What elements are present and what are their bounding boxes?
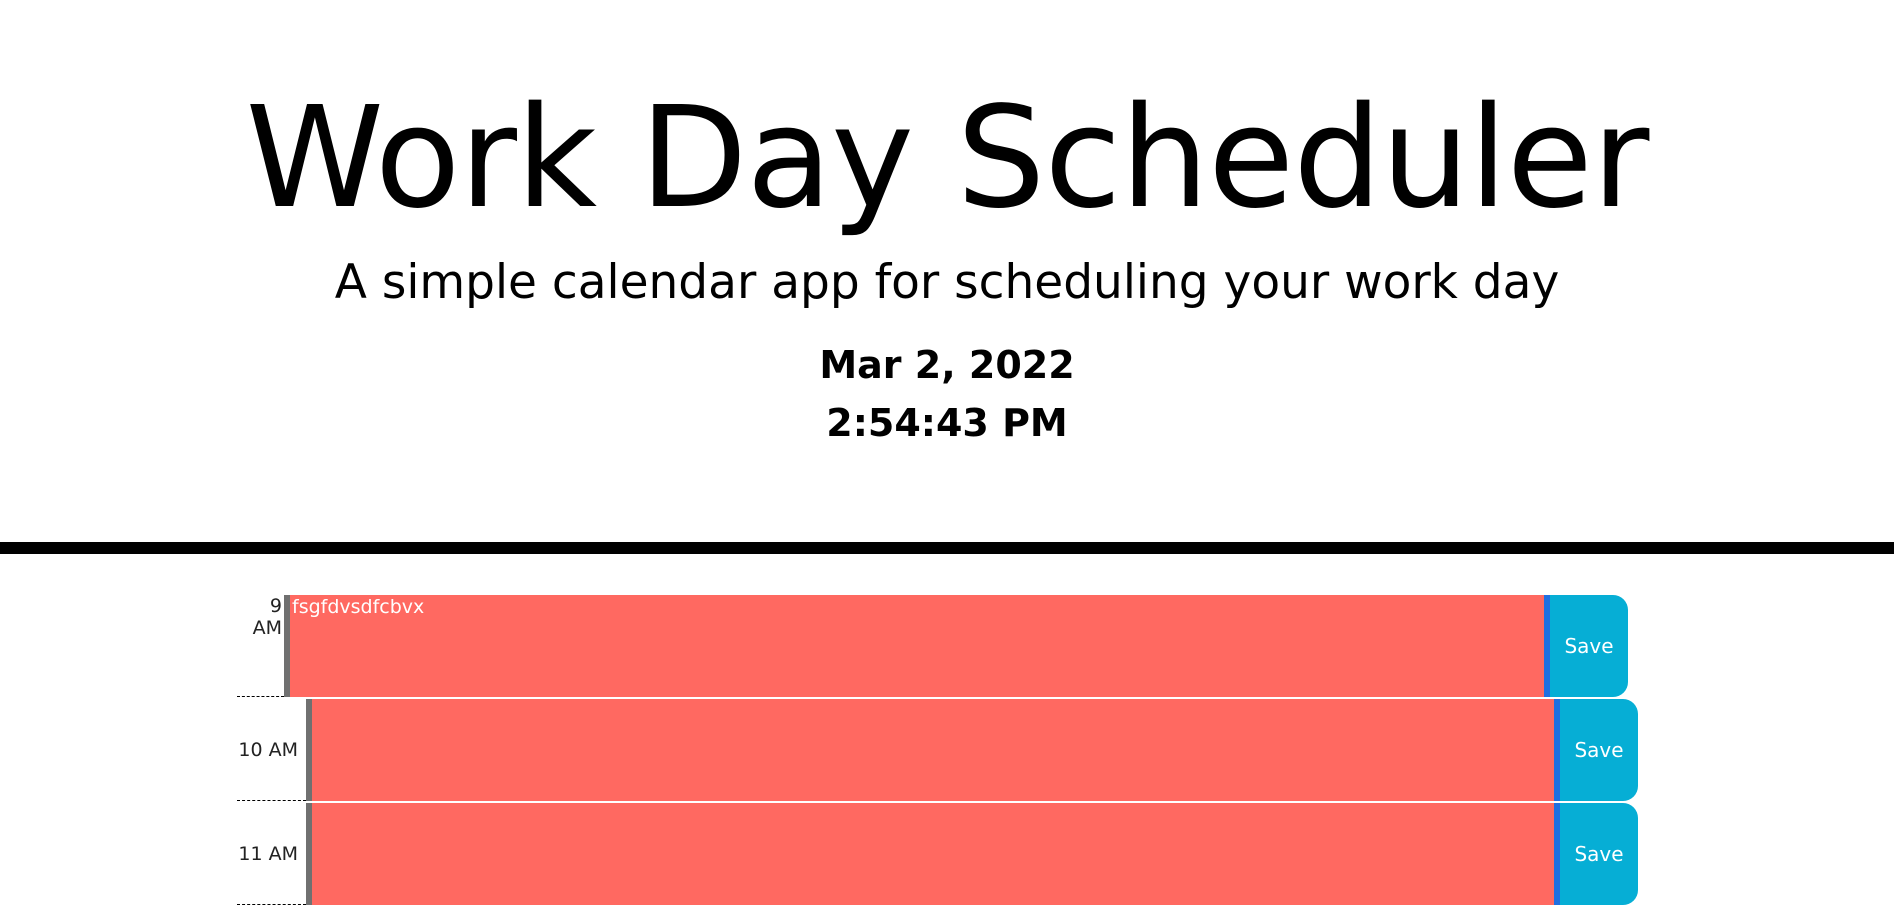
app-title: Work Day Scheduler [245,77,1650,240]
time-block-10am: 10 AM Save [237,699,1638,801]
time-block-9am: 9 AM Save [237,595,1628,697]
time-block-11am: 11 AM Save [237,803,1638,905]
hour-label: 11 AM [237,803,306,905]
event-text-input[interactable] [284,595,1550,697]
hour-label: 9 AM [237,595,284,697]
event-text-input[interactable] [306,803,1560,905]
save-button[interactable]: Save [1560,699,1638,801]
app-subtitle: A simple calendar app for scheduling you… [334,255,1560,310]
save-button[interactable]: Save [1550,595,1628,697]
current-time: 2:54:43 PM [826,401,1068,445]
header: Work Day Scheduler A simple calendar app… [0,0,1894,554]
event-text-input[interactable] [306,699,1560,801]
current-date: Mar 2, 2022 [819,343,1075,387]
header-divider [0,542,1894,554]
save-button[interactable]: Save [1560,803,1638,905]
hour-label: 10 AM [237,699,306,801]
